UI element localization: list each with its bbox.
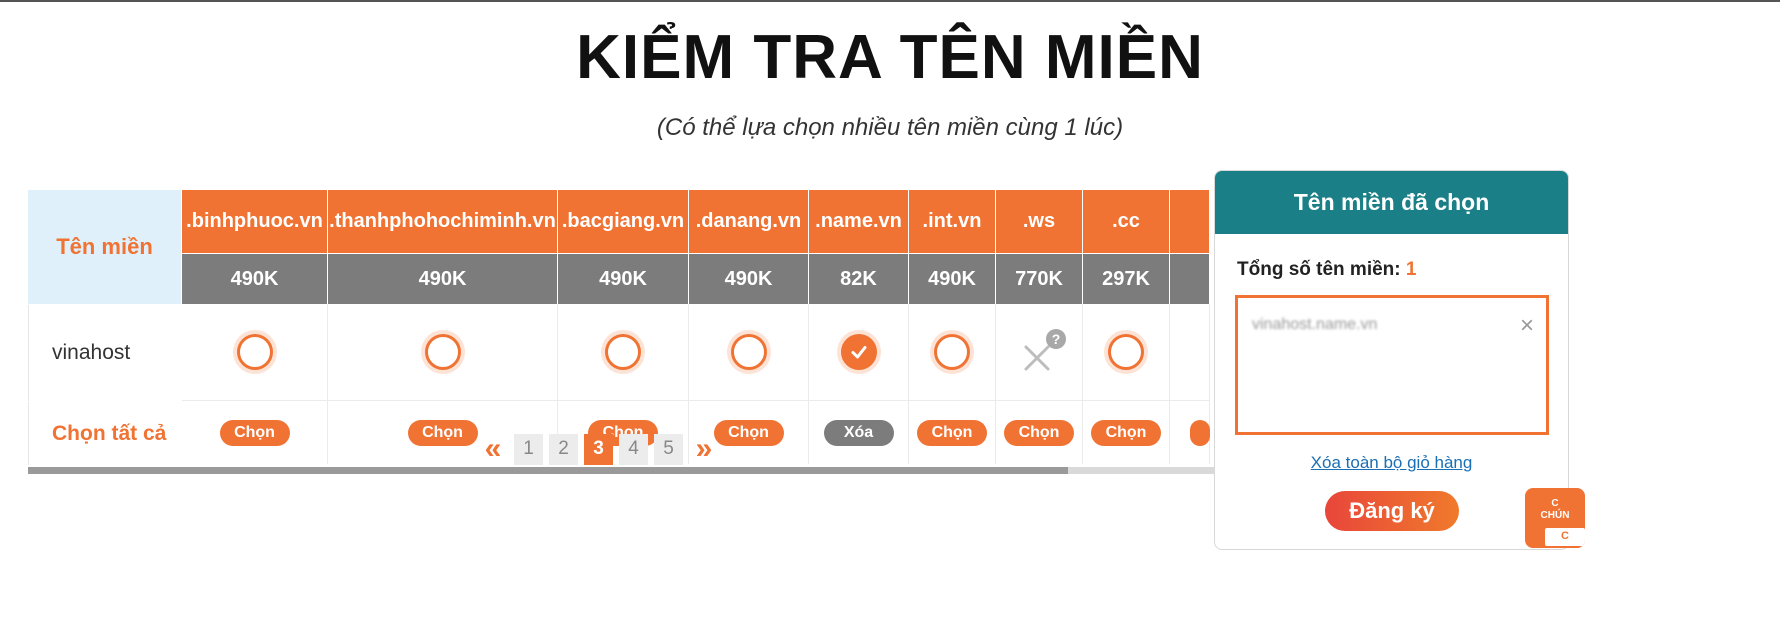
page-4[interactable]: 4 [619, 433, 648, 465]
pagination-prev[interactable]: « [478, 432, 508, 466]
extension-price: 490K [909, 253, 996, 304]
select-radio[interactable] [1108, 334, 1144, 370]
choose-button[interactable]: Chọn [1091, 419, 1161, 446]
select-radio[interactable] [236, 334, 273, 370]
extension-column: .cc 297K Chọn [1083, 190, 1170, 464]
availability-cell [1170, 304, 1210, 401]
extension-name: .ws [996, 190, 1083, 253]
extension-price: 770K [996, 253, 1083, 304]
choose-button[interactable]: Chọn [407, 419, 478, 446]
remove-item-close-icon[interactable]: × [1520, 312, 1534, 340]
domain-label-header: Tên miền [28, 190, 181, 304]
cart-header: Tên miền đã chọn [1215, 171, 1568, 234]
availability-cell [809, 304, 909, 401]
page-3-current[interactable]: 3 [584, 433, 613, 465]
select-radio[interactable] [605, 334, 641, 370]
cart-count-label: Tổng số tên miền: [1237, 259, 1401, 280]
extension-price: 490K [689, 253, 809, 304]
extension-name [1170, 190, 1210, 253]
domain-row-name: vinahost [28, 305, 181, 401]
extension-price: 297K [1083, 253, 1170, 304]
select-radio[interactable] [730, 334, 767, 370]
extension-name: .name.vn [809, 190, 909, 253]
page-subtitle: (Có thể lựa chọn nhiều tên miền cùng 1 l… [656, 114, 1124, 141]
page-title: KIỂM TRA TÊN MIỀN [576, 23, 1204, 92]
extension-name: .bacgiang.vn [558, 190, 689, 253]
register-button[interactable]: Đăng ký [1325, 491, 1459, 531]
select-radio[interactable] [934, 334, 970, 370]
select-radio[interactable] [424, 334, 461, 370]
cart-item-list: vinahost.name.vn × [1235, 295, 1549, 435]
badge-inner: C [1543, 526, 1585, 548]
action-cell: Chọn [182, 401, 328, 464]
extension-column: .ws 770K? Chọn [996, 190, 1083, 464]
extension-column: .int.vn 490K Chọn [909, 190, 996, 464]
extension-column: .name.vn 82K Xóa [809, 190, 909, 464]
unavailable-x-icon: ? [1014, 327, 1066, 377]
availability-cell: ? [996, 304, 1083, 401]
extension-column [1170, 190, 1210, 464]
pagination-next[interactable]: » [689, 432, 719, 466]
extension-price: 490K [558, 253, 689, 304]
table-scrollbar[interactable] [28, 467, 1328, 474]
choose-button[interactable]: Chọn [713, 419, 784, 446]
selected-domains-panel: Tên miền đã chọn Tổng số tên miền: 1 vin… [1214, 170, 1569, 550]
choose-button-partial[interactable] [1189, 419, 1210, 446]
select-all-link[interactable]: Chọn tất cả [28, 402, 181, 465]
choose-button[interactable]: Chọn [1004, 419, 1074, 446]
choose-button[interactable]: Chọn [219, 419, 290, 446]
action-cell: Xóa [809, 401, 909, 464]
choose-button[interactable]: Chọn [917, 419, 987, 446]
selected-check-icon[interactable] [840, 334, 877, 370]
badge-line-1: C [1551, 498, 1559, 509]
extension-column: .bacgiang.vn 490K Chọn [558, 190, 689, 464]
extension-price [1170, 253, 1210, 304]
top-divider [0, 0, 1780, 2]
extension-name: .cc [1083, 190, 1170, 253]
availability-cell [689, 304, 809, 401]
svg-text:?: ? [1052, 331, 1061, 347]
extension-name: .danang.vn [689, 190, 809, 253]
action-cell: Chọn [1083, 401, 1170, 464]
availability-cell [558, 304, 689, 401]
extension-price: 82K [809, 253, 909, 304]
cart-count: Tổng số tên miền: 1 [1237, 259, 1416, 281]
extension-column: .thanhphohochiminh.vn 490K Chọn [328, 190, 558, 464]
extension-price: 490K [328, 253, 558, 304]
extension-column: .danang.vn 490K Chọn [689, 190, 809, 464]
availability-cell [328, 304, 558, 401]
action-cell: Chọn [996, 401, 1083, 464]
clear-cart-link[interactable]: Xóa toàn bộ giỏ hàng [1215, 453, 1568, 473]
pagination: « 1 2 3 4 5 » [478, 432, 719, 466]
extension-name: .thanhphohochiminh.vn [328, 190, 558, 253]
availability-cell [1083, 304, 1170, 401]
page-2[interactable]: 2 [549, 433, 578, 465]
action-cell [1170, 401, 1210, 464]
remove-button[interactable]: Xóa [823, 419, 894, 446]
extension-column: .binhphuoc.vn 490K Chọn [182, 190, 328, 464]
page-1[interactable]: 1 [514, 433, 543, 465]
cart-item: vinahost.name.vn [1252, 316, 1378, 333]
extension-name: .int.vn [909, 190, 996, 253]
availability-cell [182, 304, 328, 401]
availability-cell [909, 304, 996, 401]
floating-chat-badge[interactable]: C CHÚN C [1525, 488, 1585, 548]
page-5[interactable]: 5 [654, 433, 683, 465]
extension-price: 490K [182, 253, 328, 304]
cart-count-number: 1 [1405, 259, 1417, 280]
badge-line-2: CHÚN [1540, 510, 1570, 521]
action-cell: Chọn [909, 401, 996, 464]
scrollbar-thumb[interactable] [28, 467, 1068, 474]
extension-name: .binhphuoc.vn [182, 190, 328, 253]
